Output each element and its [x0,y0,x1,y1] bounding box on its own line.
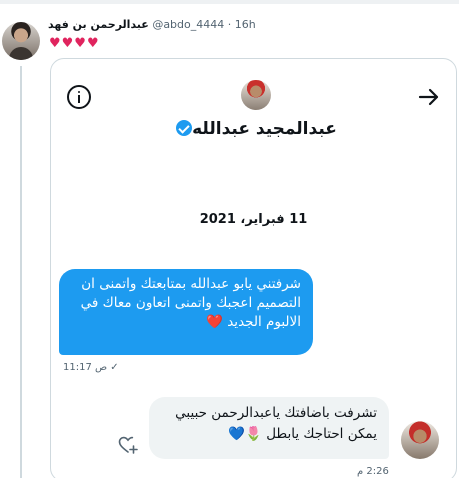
thread-line [20,66,22,478]
verified-badge-icon [176,120,193,136]
sent-message-meta: 11:17 ص ✓ [63,362,123,373]
sent-message-bubble: شرفتني يابو عبدالله بمتابعتك واتمنى ان ا… [59,269,313,355]
author-avatar[interactable] [2,22,40,60]
arrow-right-icon [418,88,439,106]
profile-name: عبدالمجيد عبدالله [192,119,337,139]
add-reaction-heart-icon [118,436,138,454]
sender-avatar [401,421,439,459]
read-check-icon: ✓ [110,362,119,373]
tweet[interactable]: عبدالرحمن بن فهد @abdo_4444 · 16h ♥♥♥♥ ع… [0,6,459,478]
info-icon [67,85,91,109]
received-message-bubble: تشرفت باضافتك ياعبدالرحمن حبيبي يمكن احت… [149,397,389,459]
dm-screenshot-image[interactable]: عبدالمجيد عبدالله 11 فبراير، 2021 شرفتني… [50,58,457,478]
author-name[interactable]: عبدالرحمن بن فهد [48,18,149,31]
top-divider [0,0,459,4]
conversation-avatar [241,80,271,110]
received-message-time: 2:26 م [357,466,389,477]
author-handle-time[interactable]: @abdo_4444 · 16h [152,18,255,31]
tweet-header: عبدالرحمن بن فهد @abdo_4444 · 16h [48,18,256,32]
tweet-text: ♥♥♥♥ [49,36,100,51]
conversation-title: عبدالمجيد عبدالله [51,119,456,139]
conversation-date: 11 فبراير، 2021 [199,212,308,227]
sent-message-time: 11:17 ص [63,362,108,373]
